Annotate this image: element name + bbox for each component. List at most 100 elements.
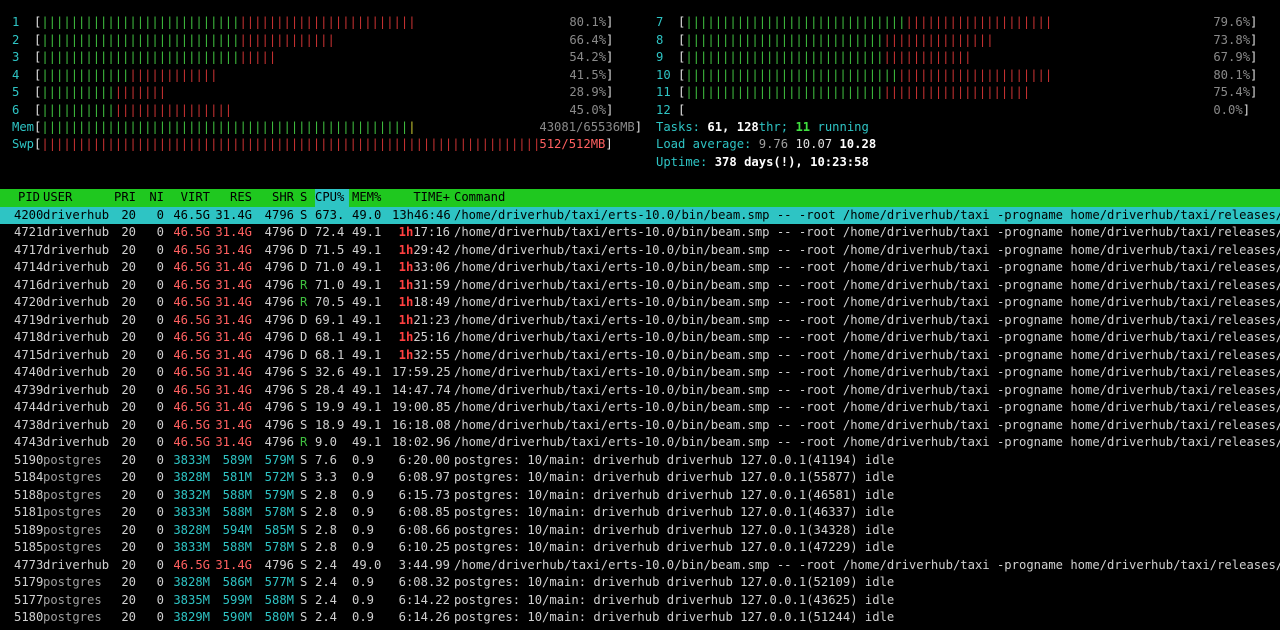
cell-pid: 4740 bbox=[14, 365, 44, 379]
cell-user: postgres bbox=[43, 575, 102, 589]
cell-user: driverhub bbox=[43, 347, 110, 362]
cell-pid: 5189 bbox=[14, 522, 44, 537]
mem-label: Mem bbox=[12, 120, 35, 134]
cell-shr: 4796 bbox=[264, 207, 294, 222]
column-header-ni[interactable]: NI bbox=[148, 189, 164, 207]
cell-mem: 0.9 bbox=[352, 592, 375, 607]
cell-time: 16:18.08 bbox=[392, 417, 451, 432]
cell-command: /home/driverhub/taxi/erts-10.0/bin/beam.… bbox=[454, 557, 1280, 572]
cell-res: 581M bbox=[222, 470, 252, 484]
process-row[interactable]: 5185 postgres 20 0 3833M 588M 578M S 2.8 0.9 6:10.… bbox=[0, 539, 1280, 557]
process-row[interactable]: 4715 driverhub 20 0 46.5G 31.4G 4796 D 68.1 49.1 1… bbox=[0, 347, 1280, 365]
cell-command: /home/driverhub/taxi/erts-10.0/bin/beam.… bbox=[454, 365, 1280, 379]
cell-pid: 4716 bbox=[14, 277, 44, 292]
process-row[interactable]: 4743 driverhub 20 0 46.5G 31.4G 4796 R 9.0 49.1 18… bbox=[0, 434, 1280, 452]
cell-shr: 4796 bbox=[264, 225, 294, 239]
process-row[interactable]: 4739 driverhub 20 0 46.5G 31.4G 4796 S 28.4 49.1 1… bbox=[0, 382, 1280, 400]
process-row[interactable]: 5177 postgres 20 0 3835M 599M 588M S 2.4 0.9 6:14.… bbox=[0, 592, 1280, 610]
cell-mem: 0.9 bbox=[352, 522, 375, 537]
cell-mem: 49.1 bbox=[352, 242, 382, 257]
column-header-pri[interactable]: PRI bbox=[112, 189, 136, 207]
cpu-usage-bar: ||||||||||||||||||||||||||||||||||||||| bbox=[685, 50, 972, 64]
meter-bracket-open: [ bbox=[34, 137, 42, 151]
column-header-s[interactable]: S bbox=[300, 189, 310, 207]
cell-s: D bbox=[300, 347, 308, 362]
process-row[interactable]: 5179 postgres 20 0 3828M 586M 577M S 2.4 0.9 6:08.… bbox=[0, 574, 1280, 592]
cell-mem: 0.9 bbox=[352, 575, 375, 589]
cell-s: S bbox=[300, 522, 308, 537]
cpu-number: 3 bbox=[12, 50, 20, 64]
cpu-meter-11: 11 [|||||||||||||||||||||||||||||||||||||… bbox=[656, 84, 1257, 102]
load-average-line: Load average: 9.76 10.07 10.28 bbox=[656, 137, 877, 151]
process-row[interactable]: 5189 postgres 20 0 3828M 594M 585M S 2.8 0.9 6:08.… bbox=[0, 522, 1280, 540]
process-row[interactable]: 5181 postgres 20 0 3833M 588M 578M S 2.8 0.9 6:08.… bbox=[0, 504, 1280, 522]
process-row[interactable]: 4744 driverhub 20 0 46.5G 31.4G 4796 S 19.9 49.1 1… bbox=[0, 399, 1280, 417]
process-row[interactable]: 4720 driverhub 20 0 46.5G 31.4G 4796 R 70.5 49.1 1… bbox=[0, 294, 1280, 312]
column-header-virt[interactable]: VIRT bbox=[168, 189, 210, 207]
cell-ni: 0 bbox=[156, 575, 164, 589]
cell-time: 17:59.25 bbox=[392, 365, 451, 379]
cell-virt: 46.5G bbox=[173, 312, 210, 327]
process-row[interactable]: 4718 driverhub 20 0 46.5G 31.4G 4796 D 68.1 49.1 1… bbox=[0, 329, 1280, 347]
process-row[interactable]: 4200 driverhub 20 0 46.5G 31.4G 4796 S 673. 49.0 1… bbox=[0, 206, 1280, 224]
process-row[interactable]: 5190 postgres 20 0 3833M 589M 579M S 7.6 0.9 6:20.… bbox=[0, 452, 1280, 470]
column-header-cpu[interactable]: CPU% bbox=[315, 189, 349, 207]
cell-ni: 0 bbox=[156, 452, 164, 467]
cell-mem: 49.0 bbox=[352, 207, 382, 222]
cell-cpu: 68.1 bbox=[315, 330, 345, 344]
process-row[interactable]: 4738 driverhub 20 0 46.5G 31.4G 4796 S 18.9 49.1 1… bbox=[0, 417, 1280, 435]
cell-res: 31.4G bbox=[215, 260, 252, 274]
swp-label: Swp bbox=[12, 137, 35, 151]
column-header-command[interactable]: Command bbox=[454, 189, 1280, 207]
cell-cpu: 2.8 bbox=[315, 505, 338, 519]
cell-mem: 49.1 bbox=[352, 277, 382, 292]
column-header-mem[interactable]: MEM% bbox=[352, 189, 386, 207]
cell-time: 1h17:16 bbox=[398, 225, 450, 239]
cell-time: 14:47.74 bbox=[392, 382, 451, 397]
cell-cpu: 72.4 bbox=[315, 225, 345, 239]
meter-bracket-open: [ bbox=[34, 32, 42, 47]
column-header-pid[interactable]: PID bbox=[14, 189, 40, 207]
cell-time: 1h33:06 bbox=[398, 260, 450, 274]
column-header-shr[interactable]: SHR bbox=[262, 189, 294, 207]
process-row[interactable]: 4740 driverhub 20 0 46.5G 31.4G 4796 S 32.6 49.1 1… bbox=[0, 364, 1280, 382]
cell-cpu: 2.8 bbox=[315, 487, 338, 502]
cell-virt: 3828M bbox=[173, 470, 210, 484]
cpu-percent: 73.8% bbox=[1213, 32, 1251, 47]
column-header-res[interactable]: RES bbox=[214, 189, 252, 207]
cell-shr: 580M bbox=[264, 610, 294, 624]
cell-user: driverhub bbox=[43, 417, 110, 432]
cell-virt: 46.5G bbox=[173, 260, 210, 274]
process-row[interactable]: 5188 postgres 20 0 3832M 588M 579M S 2.8 0.9 6:15.… bbox=[0, 487, 1280, 505]
cell-command: postgres: 10/main: driverhub driverhub 1… bbox=[454, 470, 895, 484]
process-row[interactable]: 5180 postgres 20 0 3829M 590M 580M S 2.4 0.9 6:14.… bbox=[0, 609, 1280, 627]
process-row[interactable]: 4719 driverhub 20 0 46.5G 31.4G 4796 D 69.1 49.1 1… bbox=[0, 312, 1280, 330]
cell-s: D bbox=[300, 260, 308, 274]
cell-s: R bbox=[300, 295, 308, 309]
process-row[interactable]: 4721 driverhub 20 0 46.5G 31.4G 4796 D 72.4 49.1 1… bbox=[0, 224, 1280, 242]
cell-pri: 20 bbox=[121, 470, 136, 484]
cell-pri: 20 bbox=[121, 522, 136, 537]
meter-bracket-open: [ bbox=[678, 32, 686, 47]
process-row[interactable]: 4714 driverhub 20 0 46.5G 31.4G 4796 D 71.0 49.1 1… bbox=[0, 259, 1280, 277]
process-table-header[interactable]: PID USER PRI NI VIRT RES SHR S CPU% MEM% TIME+ Comm… bbox=[0, 189, 1280, 207]
cell-virt: 46.5G bbox=[173, 557, 210, 572]
cell-virt: 46.5G bbox=[173, 417, 210, 432]
column-header-time[interactable]: TIME+ bbox=[392, 189, 450, 207]
cell-shr: 572M bbox=[264, 470, 294, 484]
process-row[interactable]: 4773 driverhub 20 0 46.5G 31.4G 4796 S 2.4 49.0 3:… bbox=[0, 557, 1280, 575]
cell-command: /home/driverhub/taxi/erts-10.0/bin/beam.… bbox=[454, 382, 1280, 397]
cell-virt: 3828M bbox=[173, 575, 210, 589]
cell-shr: 4796 bbox=[264, 260, 294, 274]
cell-shr: 4796 bbox=[264, 277, 294, 292]
cell-pri: 20 bbox=[121, 330, 136, 344]
cell-command: /home/driverhub/taxi/erts-10.0/bin/beam.… bbox=[454, 295, 1280, 309]
process-row[interactable]: 5184 postgres 20 0 3828M 581M 572M S 3.3 0.9 6:08.… bbox=[0, 469, 1280, 487]
cpu-meter-9: 9 [||||||||||||||||||||||||||||||||||||||… bbox=[656, 49, 1257, 67]
cpu-usage-bar: ||||||||||||||||||||||||||||||||||||||||… bbox=[685, 15, 1053, 29]
process-row[interactable]: 4716 driverhub 20 0 46.5G 31.4G 4796 R 71.0 49.1 1… bbox=[0, 277, 1280, 295]
process-row[interactable]: 4717 driverhub 20 0 46.5G 31.4G 4796 D 71.5 49.1 1… bbox=[0, 242, 1280, 260]
meter-bracket-close: ] bbox=[605, 137, 613, 151]
column-header-user[interactable]: USER bbox=[43, 189, 109, 207]
cell-pri: 20 bbox=[121, 505, 136, 519]
